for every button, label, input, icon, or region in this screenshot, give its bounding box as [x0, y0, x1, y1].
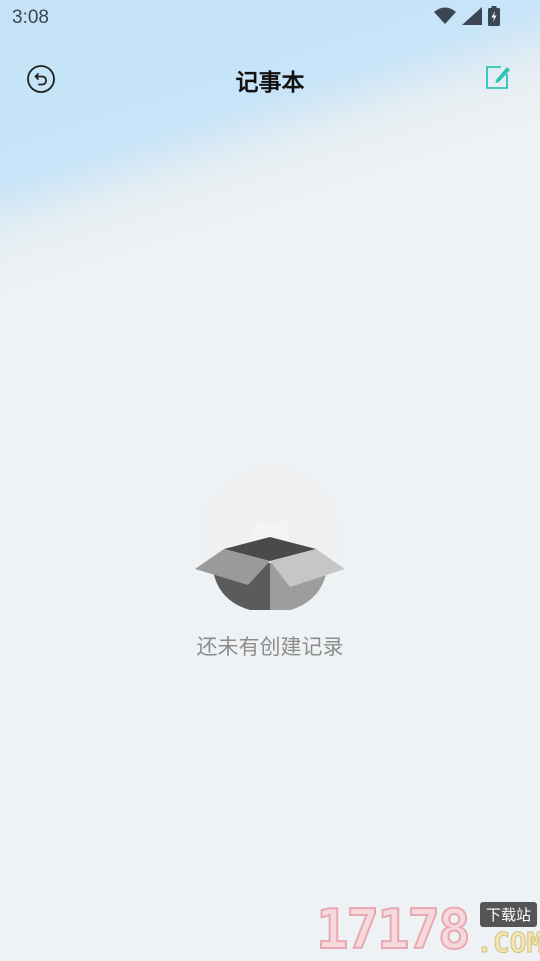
- status-icons: [434, 6, 500, 26]
- wifi-icon: [434, 7, 456, 24]
- empty-box-icon: [195, 465, 345, 610]
- watermark-tag: 下载站: [480, 902, 538, 927]
- app-header: 记事本: [0, 50, 540, 106]
- edit-note-button[interactable]: [482, 62, 512, 92]
- watermark-digits: 17178: [315, 897, 472, 961]
- status-bar: 3:08: [0, 0, 540, 36]
- edit-note-icon: [486, 66, 510, 89]
- battery-icon: [488, 6, 500, 26]
- signal-icon: [462, 7, 482, 25]
- empty-box-illustration: [190, 465, 350, 620]
- empty-state-message: 还未有创建记录: [196, 635, 344, 659]
- watermark-logo: 17178 下载站 .COM: [315, 897, 540, 961]
- page-title: 记事本: [235, 70, 305, 96]
- watermark-suffix: .COM: [475, 926, 540, 960]
- status-time: 3:08: [12, 7, 49, 28]
